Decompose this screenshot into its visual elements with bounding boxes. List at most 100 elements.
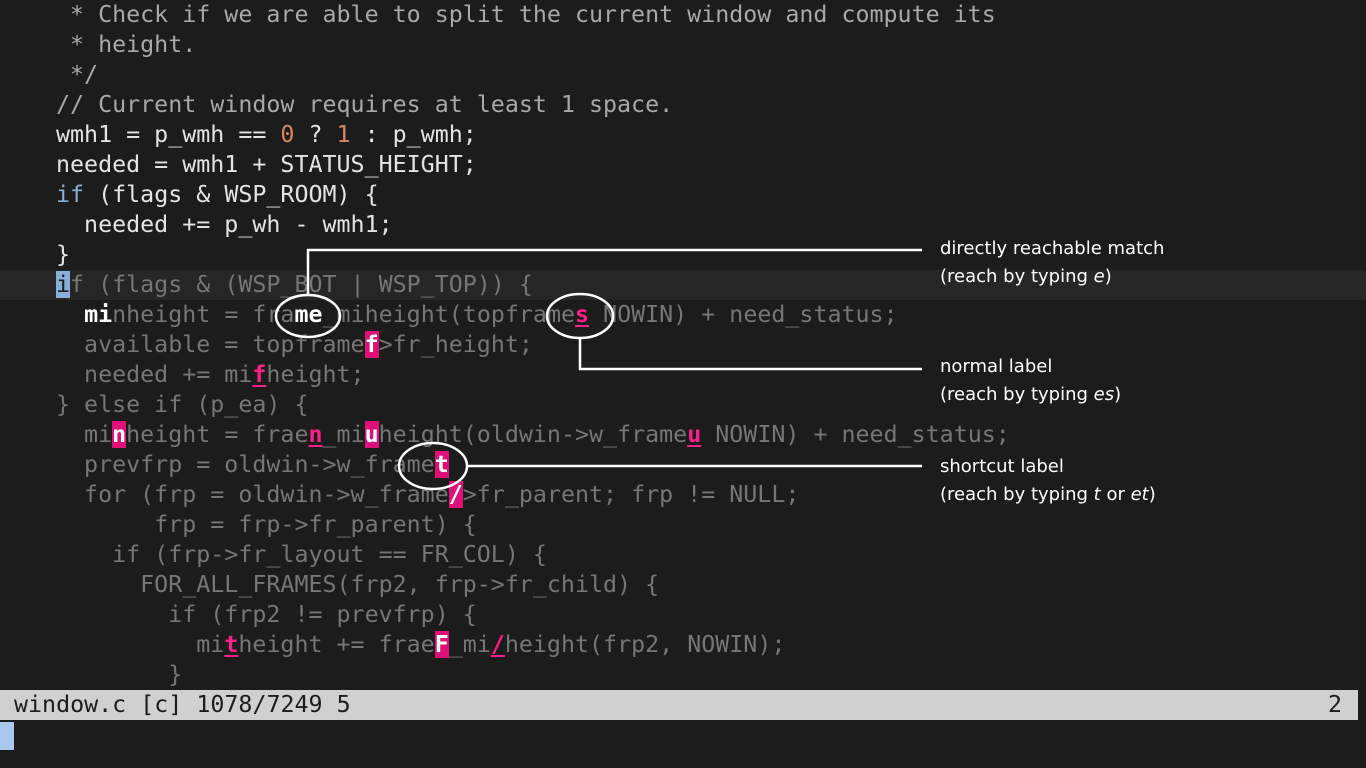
code-text: } else if (p_ea) { xyxy=(56,391,309,418)
annotation-key: t xyxy=(1093,484,1101,505)
code-text: f (flags & (WSP_BOT | WSP_TOP)) { xyxy=(70,271,533,298)
code-line: needed += mifheight; xyxy=(56,360,1366,390)
annotation-title: directly reachable match xyxy=(940,238,1165,259)
jump-label[interactable]: F xyxy=(434,631,449,658)
command-line-cursor[interactable] xyxy=(0,722,14,750)
jump-label[interactable]: / xyxy=(448,481,463,508)
annotation-normal: normal label (reach by typing es) xyxy=(940,353,1121,409)
code-text: height += frae xyxy=(238,631,435,658)
code-line: needed = wmh1 + STATUS_HEIGHT; xyxy=(56,150,1366,180)
annotation-subtitle: (reach by typing t or et) xyxy=(940,481,1156,509)
jump-label[interactable]: n xyxy=(308,421,322,448)
jump-label[interactable]: f xyxy=(364,331,379,358)
annotation-subtitle: (reach by typing es) xyxy=(940,381,1121,409)
code-line: * Check if we are able to split the curr… xyxy=(56,0,1366,30)
annotation-text: (reach by typing xyxy=(940,484,1094,505)
code-editor[interactable]: * Check if we are able to split the curr… xyxy=(0,0,1366,690)
typed-prefix: mi xyxy=(84,301,113,328)
jump-label[interactable]: n xyxy=(112,421,127,448)
code-text: : p_wmh; xyxy=(350,121,477,148)
annotation-direct: directly reachable match (reach by typin… xyxy=(940,235,1164,291)
jump-label[interactable]: t xyxy=(224,631,238,658)
shortcut-label[interactable]: t xyxy=(434,451,449,478)
code-line: } xyxy=(56,240,1366,270)
file-info: window.c [c] 1078/7249 5 xyxy=(14,691,351,718)
code-text: >fr_height; xyxy=(378,331,533,358)
code-text: frp = frp->fr_parent) { xyxy=(56,511,477,538)
normal-label[interactable]: s xyxy=(575,301,589,328)
number-literal: 1 xyxy=(336,121,351,148)
code-line: frp = frp->fr_parent) { xyxy=(56,510,1366,540)
code-text: _mi xyxy=(322,421,365,448)
comment-text: * height. xyxy=(56,31,197,58)
annotation-title: normal label xyxy=(940,356,1053,377)
number-literal: 0 xyxy=(280,121,295,148)
code-text: needed += p_wh - wmh1; xyxy=(56,211,393,238)
code-text: _miheight(topframe xyxy=(322,301,575,328)
code-line: prevfrp = oldwin->w_framet xyxy=(56,450,1366,480)
annotation-key: es xyxy=(1093,384,1115,405)
code-line: if (flags & WSP_ROOM) { xyxy=(56,180,1366,210)
annotation-text: or xyxy=(1100,484,1131,505)
text-cursor: i xyxy=(56,271,71,298)
annotation-key: e xyxy=(1093,266,1105,287)
code-text: (flags & WSP_ROOM) { xyxy=(84,181,379,208)
annotation-key: et xyxy=(1130,484,1149,505)
jump-label[interactable]: / xyxy=(491,631,505,658)
code-line: for (frp = oldwin->w_frame/>fr_parent; f… xyxy=(56,480,1366,510)
status-line: window.c [c] 1078/7249 5 2 xyxy=(0,690,1358,720)
code-text: prevfrp = oldwin->w_frame xyxy=(56,451,435,478)
code-text: mi xyxy=(56,631,225,658)
code-line: if (frp2 != prevfrp) { xyxy=(56,600,1366,630)
code-text: NOWIN) + need_status; xyxy=(589,301,898,328)
code-line: if (frp->fr_layout == FR_COL) { xyxy=(56,540,1366,570)
code-text: available = topframe xyxy=(56,331,365,358)
annotation-subtitle: (reach by typing e) xyxy=(940,263,1164,291)
code-text: ? xyxy=(294,121,337,148)
code-text: height = frae xyxy=(126,421,309,448)
annotation-text: (reach by typing xyxy=(940,384,1094,405)
jump-label[interactable]: u xyxy=(687,421,701,448)
code-line: } xyxy=(56,660,1366,690)
code-line: */ xyxy=(56,60,1366,90)
code-line: * height. xyxy=(56,30,1366,60)
comment-text: // Current window requires at least 1 sp… xyxy=(56,91,674,118)
code-text: if (frp2 != prevfrp) { xyxy=(56,601,477,628)
code-line: } else if (p_ea) { xyxy=(56,390,1366,420)
code-text: height(frp2, NOWIN); xyxy=(504,631,786,658)
comment-text: */ xyxy=(56,61,99,88)
code-text: wmh1 = p_wmh == xyxy=(56,121,281,148)
code-text: FOR_ALL_FRAMES(frp2, frp->fr_child) { xyxy=(56,571,660,598)
code-line: if (flags & (WSP_BOT | WSP_TOP)) { xyxy=(56,270,533,300)
keyword: if xyxy=(56,181,85,208)
code-text: } xyxy=(56,661,183,688)
code-text: needed = wmh1 + STATUS_HEIGHT; xyxy=(56,151,477,178)
direct-match[interactable]: me xyxy=(294,301,322,328)
annotation-text: ) xyxy=(1104,266,1112,287)
code-text: >fr_parent; frp != NULL; xyxy=(462,481,800,508)
annotation-text: ) xyxy=(1148,484,1156,505)
jump-label[interactable]: u xyxy=(364,421,379,448)
code-line: wmh1 = p_wmh == 0 ? 1 : p_wmh; xyxy=(56,120,1366,150)
code-line: available = topframef>fr_height; xyxy=(56,330,1366,360)
annotation-text: ) xyxy=(1114,384,1122,405)
code-text: needed += mi xyxy=(56,361,253,388)
annotation-shortcut: shortcut label (reach by typing t or et) xyxy=(940,453,1156,509)
comment-text: * Check if we are able to split the curr… xyxy=(56,1,996,28)
code-line: // Current window requires at least 1 sp… xyxy=(56,90,1366,120)
code-text: height; xyxy=(266,361,365,388)
annotation-title: shortcut label xyxy=(940,456,1064,477)
code-line: mitheight += fraeF_mi/height(frp2, NOWIN… xyxy=(56,630,1366,660)
jump-label[interactable]: f xyxy=(252,361,266,388)
code-line: minheight = frame_miheight(topframes NOW… xyxy=(56,300,1366,330)
code-line: FOR_ALL_FRAMES(frp2, frp->fr_child) { xyxy=(56,570,1366,600)
code-text: height(oldwin->w_frame xyxy=(378,421,688,448)
code-text: for (frp = oldwin->w_frame xyxy=(56,481,449,508)
code-text: if (frp->fr_layout == FR_COL) { xyxy=(56,541,547,568)
code-text: mi xyxy=(56,421,113,448)
code-text: NOWIN) + need_status; xyxy=(701,421,1010,448)
code-text: nheight = fra xyxy=(112,301,295,328)
code-line: minheight = fraen_miuheight(oldwin->w_fr… xyxy=(56,420,1366,450)
code-line: needed += p_wh - wmh1; xyxy=(56,210,1366,240)
